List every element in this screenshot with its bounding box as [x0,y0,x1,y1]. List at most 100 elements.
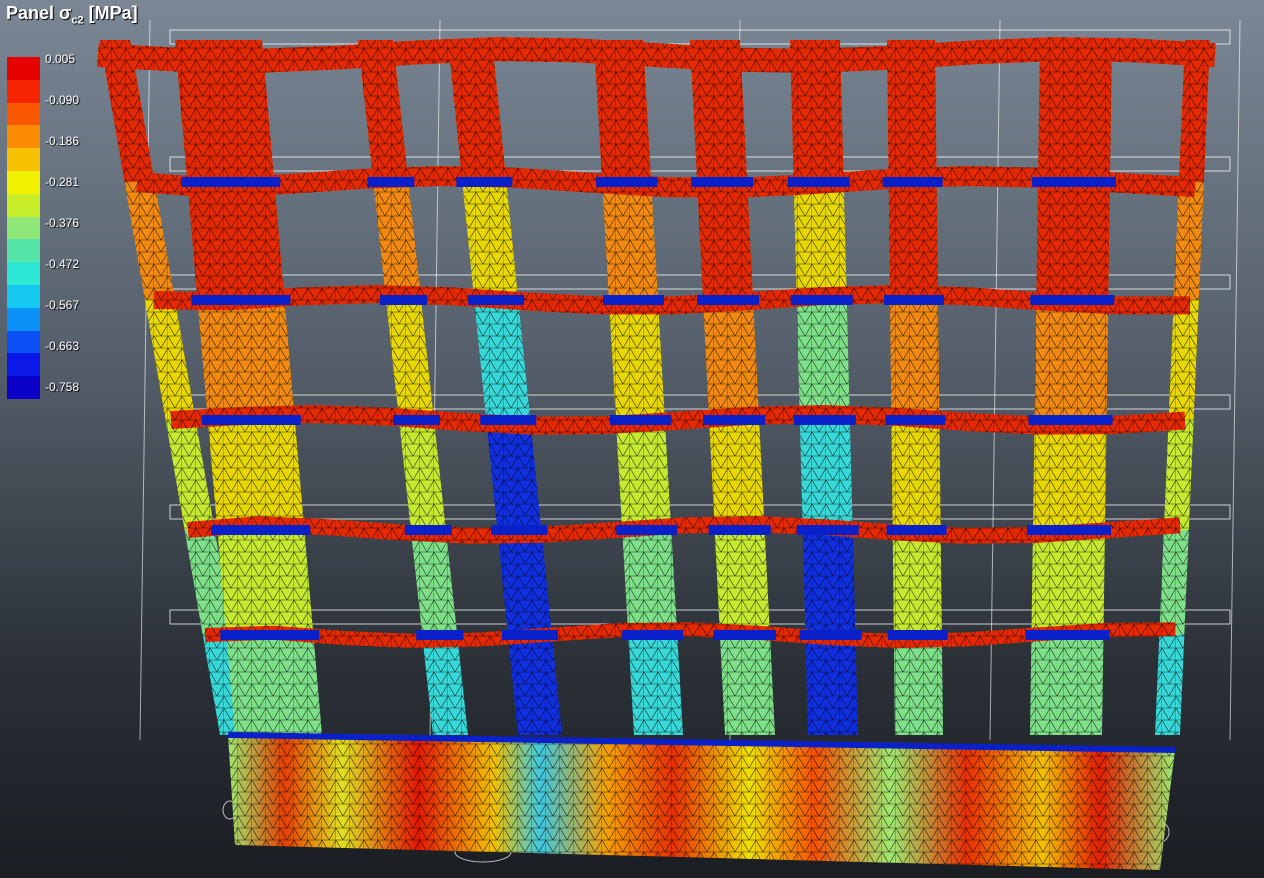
legend-swatch [7,193,40,217]
joint-node [883,295,944,305]
joint-node [1030,295,1115,305]
joint-node [404,525,452,535]
joint-node [211,525,311,535]
mesh-overlay [892,530,942,635]
mesh-overlay [802,530,856,635]
joint-node [456,177,513,187]
mesh-overlay [486,420,542,530]
floor-beam [136,166,1196,198]
joint-node [799,630,862,640]
joint-node [596,177,658,187]
legend-label: -0.472 [45,257,80,272]
joint-node [885,415,946,425]
mesh-overlay [1159,530,1189,635]
legend-swatch [7,353,40,377]
joint-node [790,295,853,305]
mesh-overlay [228,735,1175,870]
joint-node [181,177,281,187]
floor-beam [204,622,1176,648]
legend-swatch [7,102,40,126]
mesh-overlay [1034,300,1109,420]
joint-node [491,525,548,535]
mesh-overlay [1173,182,1204,300]
joint-node [796,525,859,535]
legend-label: -0.663 [45,339,80,354]
legend-swatch [7,262,40,285]
mesh-overlay [793,182,847,300]
joint-node [793,415,856,425]
joint-node [1028,415,1113,425]
joint-node [602,295,664,305]
mesh-overlay [187,182,285,300]
mesh-overlay [474,300,531,420]
mesh-overlay [373,182,422,300]
mesh-overlay [1032,420,1107,530]
base-slab [227,732,1176,870]
joint-node [691,177,754,187]
mesh-overlay [207,420,305,530]
joint-node [697,295,760,305]
legend-swatch [7,79,40,103]
joint-node [501,630,558,640]
mesh-overlay [893,635,943,735]
mesh-overlay [709,420,765,530]
joint-node [480,415,537,425]
mesh-overlay [799,420,853,530]
joint-node [380,295,428,305]
legend-swatch [7,216,40,240]
joint-node [787,177,850,187]
mesh-overlay [888,182,938,300]
floor-beam [97,37,1216,73]
joint-node [191,295,291,305]
joint-node [886,525,947,535]
mesh-overlay [217,530,314,635]
joint-node [622,630,684,640]
floor-beam [153,284,1191,315]
fea-model-view[interactable] [0,0,1264,878]
legend-label: -0.567 [45,298,80,313]
legend-label: -0.281 [45,175,80,190]
mesh-overlay [1168,300,1199,420]
mesh-overlay [124,182,175,300]
mesh-overlay [719,635,775,735]
legend-label: -0.090 [45,93,80,108]
legend-swatch [7,239,40,263]
mesh-overlay [615,420,672,530]
joint-node [708,525,771,535]
legend-swatch [7,148,40,171]
mesh-overlay [197,300,295,420]
joint-node [887,630,948,640]
mesh-overlay [144,300,196,420]
mesh-overlay [1031,530,1105,635]
mesh-overlay [608,300,665,420]
wire-line [1229,19,1241,741]
floor-beam [170,405,1186,435]
joint-node [882,177,943,187]
joint-node [416,630,464,640]
legend-label: -0.758 [45,380,80,395]
mesh-overlay [1155,635,1185,735]
mesh-overlay [1163,420,1194,530]
floor-beam [187,516,1181,544]
mesh-overlay [507,635,562,735]
mesh-overlay [805,635,858,735]
joint-node [616,525,678,535]
mesh-overlay [422,635,468,735]
mesh-overlay [226,635,322,735]
mesh-overlay [462,182,519,300]
mesh-overlay [497,530,552,635]
joint-node [393,415,441,425]
joint-node [1025,630,1110,640]
mesh-overlay [703,300,760,420]
mesh-overlay [1036,182,1110,300]
joint-node [1026,525,1111,535]
joint-node [703,415,766,425]
joint-node [220,630,320,640]
mesh-overlay [697,182,754,300]
joint-node [1031,177,1116,187]
mesh-overlay [622,530,678,635]
mesh-overlay [891,420,941,530]
joint-node [609,415,671,425]
mesh-overlay [714,530,770,635]
joint-node [713,630,776,640]
